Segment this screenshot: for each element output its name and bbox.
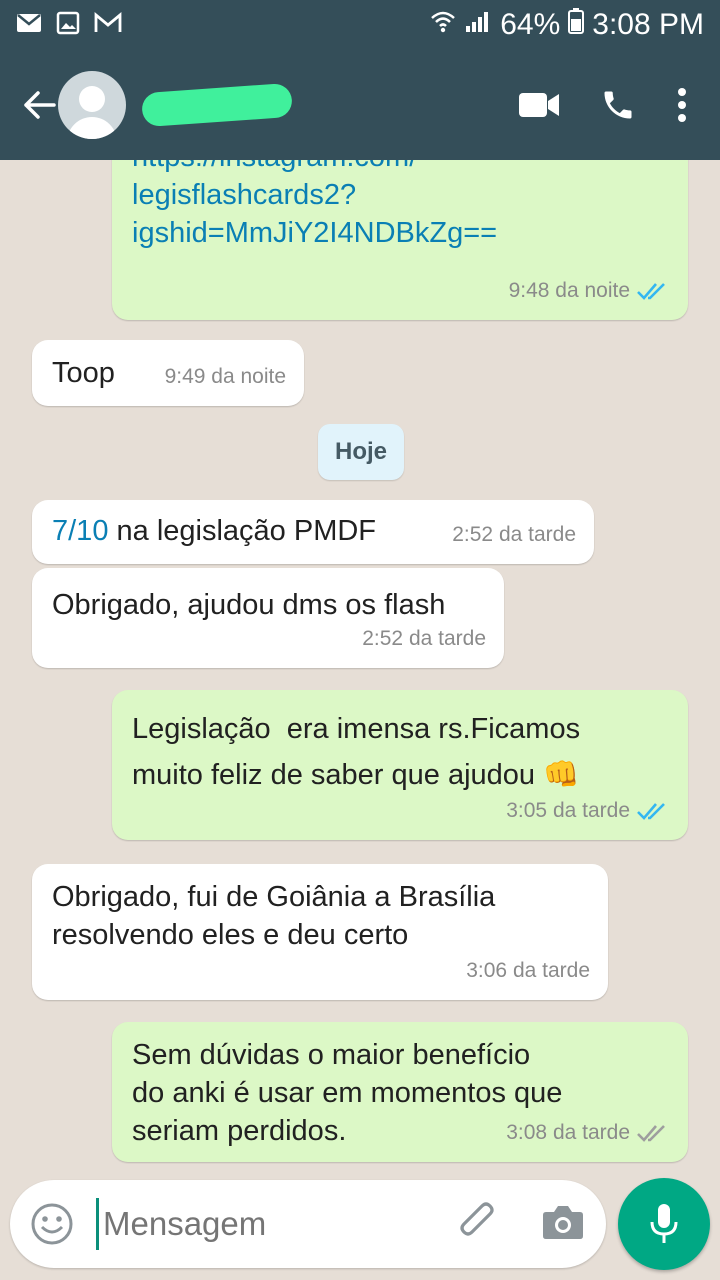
timestamp: 9:48 da noite [508,279,630,302]
camera-icon [543,1206,583,1239]
timestamp: 9:49 da noite [164,365,286,388]
double-check-icon [637,803,665,820]
message-bubble-incoming[interactable]: Obrigado, fui de Goiânia a Brasília reso… [32,864,608,1000]
message-bubble-incoming[interactable]: Obrigado, ajudou dms os flash 2:52 da ta… [32,568,504,668]
timestamp: 3:06 da tarde [466,959,590,982]
message-meta: 2:52 da tarde [452,516,576,554]
video-call-icon [519,93,559,117]
message-bubble-incoming[interactable]: 7/10 na legislação PMDF 2:52 da tarde [32,500,594,564]
message-bubble-outgoing[interactable]: https://instagram.com/ legisflashcards2?… [112,160,688,320]
message-meta: 3:06 da tarde [466,952,590,990]
message-text: 7/10 na legislação PMDF [52,515,377,547]
back-button[interactable] [14,75,64,135]
wifi-icon [430,8,456,42]
message-text: Obrigado, ajudou dms os flash [52,589,446,621]
message-list[interactable]: https://instagram.com/ legisflashcards2?… [0,160,720,1180]
compose-bar [10,1180,606,1268]
timestamp: 2:52 da tarde [362,627,486,650]
message-text: Legislação era imensa rs.Ficamos muito f… [132,713,581,791]
more-options-button[interactable] [676,87,688,123]
voice-call-button[interactable] [600,87,636,123]
gmail-icon [94,11,122,39]
video-call-button[interactable] [518,91,560,119]
message-text: Obrigado, fui de Goiânia a Brasília reso… [52,881,496,951]
message-bubble-incoming[interactable]: Toop 9:49 da noite [32,340,304,406]
message-bubble-outgoing[interactable]: Sem dúvidas o maior benefício do anki é … [112,1022,688,1162]
more-vert-icon [678,88,686,122]
message-text: Toop [52,357,115,389]
back-arrow-icon [24,91,56,119]
phone-icon [604,91,632,119]
contact-name[interactable] [140,82,294,128]
message-bubble-outgoing[interactable]: Legislação era imensa rs.Ficamos muito f… [112,690,688,840]
double-check-icon [637,283,665,300]
message-link[interactable]: https://instagram.com/ legisflashcards2?… [132,160,497,328]
mic-icon [650,1204,678,1243]
avatar[interactable] [58,71,126,139]
signal-icon [464,8,492,42]
message-input[interactable] [96,1198,426,1250]
chat-header [0,50,720,160]
message-meta: 9:49 da noite [165,358,286,396]
clock: 3:08 PM [592,8,704,41]
status-bar: 64% 3:08 PM [0,0,720,50]
timestamp: 3:05 da tarde [506,799,630,822]
notification-icons [16,11,122,40]
emoji-icon [31,1203,73,1245]
message-meta: 2:52 da tarde [362,620,486,658]
timestamp: 3:08 da tarde [506,1121,630,1144]
attach-button[interactable] [456,1200,500,1251]
message-link[interactable]: 7/10 [52,515,108,547]
message-meta: 9:48 da noite [509,272,670,310]
attach-icon [460,1202,494,1236]
camera-button[interactable] [542,1204,584,1245]
timestamp: 2:52 da tarde [452,523,576,546]
message-text: Sem dúvidas o maior benefício do anki é … [132,1039,563,1147]
battery-percent: 64% [500,8,561,41]
double-check-icon [637,1125,665,1142]
message-meta: 3:05 da tarde [506,792,670,830]
mail-icon [16,12,42,39]
voice-record-button[interactable] [618,1178,710,1270]
date-divider: Hoje [318,424,404,480]
battery-icon [568,8,585,42]
message-meta: 3:08 da tarde [506,1114,670,1152]
image-icon [56,11,80,40]
emoji-button[interactable] [30,1202,74,1251]
system-indicators: 64% 3:08 PM [430,8,704,42]
